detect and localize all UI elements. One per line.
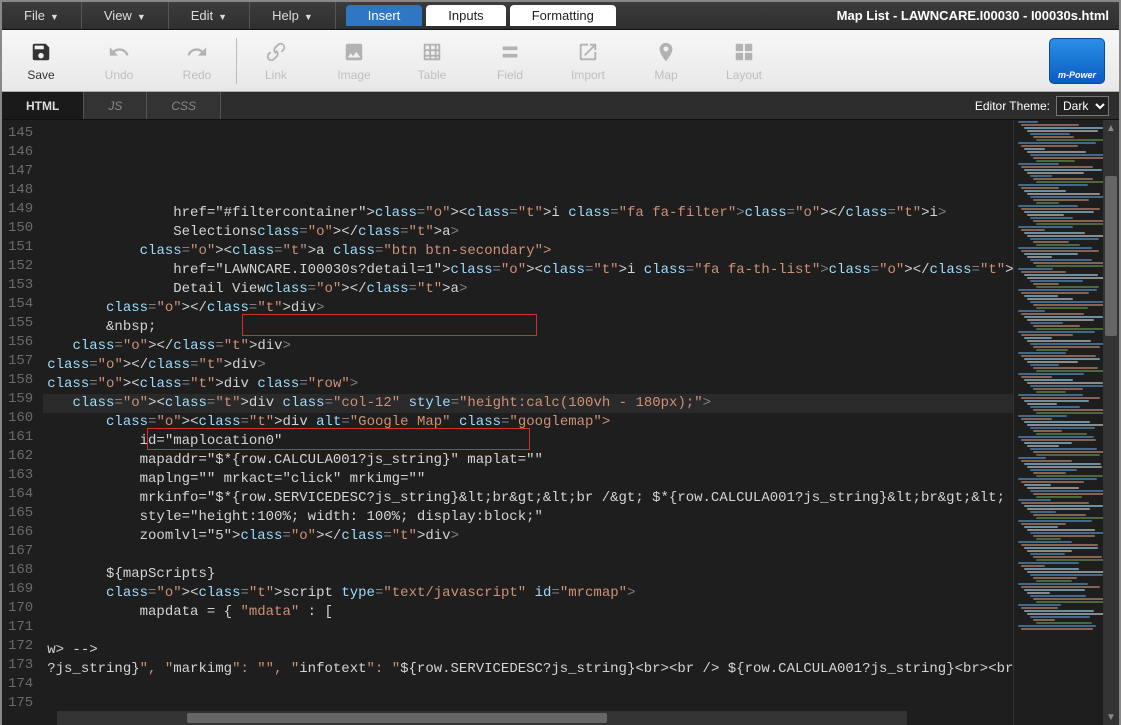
- link-label: Link: [265, 68, 287, 82]
- menu-view[interactable]: View ▼: [82, 2, 169, 29]
- import-button[interactable]: Import: [563, 40, 613, 82]
- scroll-down-arrow[interactable]: ▼: [1103, 709, 1119, 725]
- link-button[interactable]: Link: [251, 40, 301, 82]
- toolbar-divider: [236, 38, 237, 84]
- undo-icon: [107, 40, 131, 64]
- undo-button[interactable]: Undo: [94, 40, 144, 82]
- tab-html[interactable]: HTML: [2, 92, 84, 119]
- save-label: Save: [27, 68, 54, 82]
- table-icon: [420, 40, 444, 64]
- tab-css[interactable]: CSS: [147, 92, 221, 119]
- menu-help-label: Help: [272, 8, 299, 23]
- menu-file[interactable]: File ▼: [2, 2, 82, 29]
- image-label: Image: [337, 68, 370, 82]
- ribbon-tabs: Insert Inputs Formatting: [346, 2, 616, 29]
- ribbon-tab-formatting[interactable]: Formatting: [510, 5, 616, 26]
- map-pin-icon: [654, 40, 678, 64]
- redo-button[interactable]: Redo: [172, 40, 222, 82]
- image-icon: [342, 40, 366, 64]
- chevron-down-icon: ▼: [50, 12, 59, 22]
- layout-button[interactable]: Layout: [719, 40, 769, 82]
- menu-view-label: View: [104, 8, 132, 23]
- tab-js[interactable]: JS: [84, 92, 147, 119]
- table-button[interactable]: Table: [407, 40, 457, 82]
- image-button[interactable]: Image: [329, 40, 379, 82]
- field-icon: [498, 40, 522, 64]
- scroll-up-arrow[interactable]: ▲: [1103, 120, 1119, 136]
- field-label: Field: [497, 68, 523, 82]
- mpower-logo[interactable]: m-Power: [1049, 38, 1105, 84]
- layout-icon: [732, 40, 756, 64]
- menu-help[interactable]: Help ▼: [250, 2, 336, 29]
- theme-picker-label: Editor Theme:: [975, 99, 1050, 113]
- theme-select[interactable]: Dark Light: [1056, 96, 1109, 116]
- ribbon-tab-insert[interactable]: Insert: [346, 5, 423, 26]
- scrollbar-track[interactable]: [1103, 136, 1119, 709]
- horizontal-scrollbar[interactable]: [57, 711, 907, 725]
- scrollbar-thumb[interactable]: [1105, 176, 1117, 336]
- chevron-down-icon: ▼: [218, 12, 227, 22]
- link-icon: [264, 40, 288, 64]
- chevron-down-icon: ▼: [304, 12, 313, 22]
- chevron-down-icon: ▼: [137, 12, 146, 22]
- window-title: Map List - LAWNCARE.I00030 - I00030s.htm…: [827, 2, 1119, 29]
- menu-edit[interactable]: Edit ▼: [169, 2, 250, 29]
- map-button[interactable]: Map: [641, 40, 691, 82]
- save-button[interactable]: Save: [16, 40, 66, 82]
- undo-label: Undo: [105, 68, 134, 82]
- field-button[interactable]: Field: [485, 40, 535, 82]
- editor-tabs: HTML JS CSS Editor Theme: Dark Light: [2, 92, 1119, 120]
- scrollbar-thumb[interactable]: [187, 713, 607, 723]
- vertical-scrollbar[interactable]: ▲ ▼: [1103, 120, 1119, 725]
- line-gutter: 1451461471481491501511521531541551561571…: [2, 120, 43, 725]
- code-content[interactable]: href="#filtercontainer">class="o"><class…: [43, 120, 1013, 725]
- minimap[interactable]: [1013, 120, 1103, 725]
- map-label: Map: [654, 68, 677, 82]
- editor-area: 1451461471481491501511521531541551561571…: [2, 120, 1119, 725]
- code-editor[interactable]: 1451461471481491501511521531541551561571…: [2, 120, 1013, 725]
- table-label: Table: [418, 68, 447, 82]
- save-icon: [29, 40, 53, 64]
- menu-edit-label: Edit: [191, 8, 213, 23]
- menubar: File ▼ View ▼ Edit ▼ Help ▼ Insert Input…: [2, 2, 1119, 30]
- layout-label: Layout: [726, 68, 762, 82]
- menu-file-label: File: [24, 8, 45, 23]
- import-icon: [576, 40, 600, 64]
- import-label: Import: [571, 68, 605, 82]
- redo-icon: [185, 40, 209, 64]
- theme-picker: Editor Theme: Dark Light: [965, 92, 1119, 119]
- ribbon-tab-inputs[interactable]: Inputs: [426, 5, 505, 26]
- redo-label: Redo: [183, 68, 212, 82]
- toolbar: Save Undo Redo Link Image: [2, 30, 1119, 92]
